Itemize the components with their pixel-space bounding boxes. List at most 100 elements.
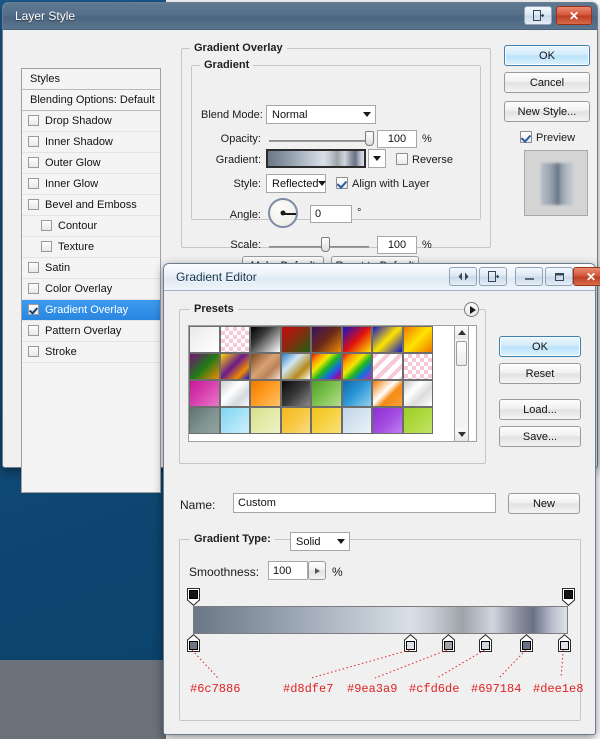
presets-well[interactable] xyxy=(188,325,477,442)
preset-swatch[interactable] xyxy=(341,380,372,407)
preset-swatch[interactable] xyxy=(250,407,281,434)
collapse-icon[interactable] xyxy=(449,267,477,286)
preset-swatch[interactable] xyxy=(280,407,311,434)
smoothness-stepper[interactable] xyxy=(308,561,326,580)
new-gradient-button[interactable]: New xyxy=(508,493,580,514)
gradient-editor-titlebar[interactable]: Gradient Editor ✕ xyxy=(164,264,600,291)
reverse-checkbox[interactable] xyxy=(396,153,408,165)
ge-save-button[interactable]: Save... xyxy=(499,426,581,447)
color-stop[interactable] xyxy=(404,634,417,652)
gradient-edit-bar[interactable] xyxy=(193,606,568,634)
color-stop[interactable] xyxy=(186,634,200,652)
sidebar-item-outer-glow[interactable]: Outer Glow xyxy=(22,153,160,174)
chevron-down-icon[interactable] xyxy=(333,533,349,550)
color-stop[interactable] xyxy=(557,634,571,652)
contour-checkbox[interactable] xyxy=(41,220,52,231)
gradient-type-dropdown[interactable]: Solid xyxy=(290,532,350,551)
minimize-icon[interactable] xyxy=(515,267,543,286)
preset-swatch[interactable] xyxy=(219,353,250,380)
sidebar-item-pattern-overlay[interactable]: Pattern Overlay xyxy=(22,321,160,342)
preset-swatch[interactable] xyxy=(311,353,342,380)
chevron-down-icon[interactable] xyxy=(369,150,385,167)
preset-swatch[interactable] xyxy=(402,380,433,407)
inner-shadow-checkbox[interactable] xyxy=(28,136,39,147)
preset-swatch[interactable] xyxy=(250,380,281,407)
opacity-slider-thumb[interactable] xyxy=(365,131,374,146)
drop-shadow-checkbox[interactable] xyxy=(28,115,39,126)
scale-slider-track[interactable] xyxy=(269,246,369,248)
preset-swatch[interactable] xyxy=(311,326,342,353)
preset-swatch[interactable] xyxy=(219,326,250,353)
help-icon[interactable] xyxy=(524,6,552,25)
sidebar-item-blending-options[interactable]: Blending Options: Default xyxy=(22,90,160,111)
preset-swatch[interactable] xyxy=(372,326,403,353)
sidebar-item-gradient-overlay[interactable]: Gradient Overlay xyxy=(22,300,160,321)
blend-mode-dropdown[interactable]: Normal xyxy=(266,105,376,124)
maximize-icon[interactable] xyxy=(545,267,573,286)
preset-swatch[interactable] xyxy=(189,326,220,353)
opacity-slider-track[interactable] xyxy=(269,140,369,142)
opacity-stop[interactable] xyxy=(186,588,200,606)
preset-swatch[interactable] xyxy=(219,407,250,434)
preset-swatch[interactable] xyxy=(341,407,372,434)
preset-swatch[interactable] xyxy=(280,380,311,407)
preview-checkbox[interactable] xyxy=(520,131,532,143)
scrollbar-thumb[interactable] xyxy=(456,341,467,366)
new-style-button[interactable]: New Style... xyxy=(504,101,590,122)
presets-grid[interactable] xyxy=(189,326,433,434)
outer-glow-checkbox[interactable] xyxy=(28,157,39,168)
preset-swatch[interactable] xyxy=(402,353,433,380)
scroll-down-icon[interactable] xyxy=(455,428,468,441)
ge-load-button[interactable]: Load... xyxy=(499,399,581,420)
cancel-button[interactable]: Cancel xyxy=(504,72,590,93)
style-dropdown[interactable]: Reflected xyxy=(266,174,327,193)
presets-scrollbar[interactable] xyxy=(454,325,469,442)
preset-swatch[interactable] xyxy=(402,407,433,434)
sidebar-item-stroke[interactable]: Stroke xyxy=(22,342,160,363)
sidebar-item-inner-shadow[interactable]: Inner Shadow xyxy=(22,132,160,153)
preset-swatch[interactable] xyxy=(341,326,372,353)
preset-swatch[interactable] xyxy=(311,380,342,407)
bevel-emboss-checkbox[interactable] xyxy=(28,199,39,210)
preset-swatch[interactable] xyxy=(250,353,281,380)
texture-checkbox[interactable] xyxy=(41,241,52,252)
scale-input[interactable]: 100 xyxy=(377,236,417,254)
sidebar-item-texture[interactable]: Texture xyxy=(22,237,160,258)
gradient-picker-dropdown[interactable] xyxy=(368,149,386,168)
styles-list[interactable]: Styles Blending Options: Default Drop Sh… xyxy=(21,68,161,493)
sidebar-item-bevel-and-emboss[interactable]: Bevel and Emboss xyxy=(22,195,160,216)
satin-checkbox[interactable] xyxy=(28,262,39,273)
sidebar-item-drop-shadow[interactable]: Drop Shadow xyxy=(22,111,160,132)
stroke-checkbox[interactable] xyxy=(28,346,39,357)
color-stop[interactable] xyxy=(441,634,455,652)
color-overlay-checkbox[interactable] xyxy=(28,283,39,294)
inner-glow-checkbox[interactable] xyxy=(28,178,39,189)
color-stop[interactable] xyxy=(520,634,534,652)
gradient-overlay-checkbox[interactable] xyxy=(28,304,39,315)
color-stop[interactable] xyxy=(479,634,492,652)
ge-ok-button[interactable]: OK xyxy=(499,336,581,357)
gradient-swatch[interactable] xyxy=(266,149,366,168)
preset-swatch[interactable] xyxy=(219,380,250,407)
pattern-overlay-checkbox[interactable] xyxy=(28,325,39,336)
layer-style-titlebar[interactable]: Layer Style ✕ xyxy=(3,3,597,30)
sidebar-item-inner-glow[interactable]: Inner Glow xyxy=(22,174,160,195)
sidebar-item-color-overlay[interactable]: Color Overlay xyxy=(22,279,160,300)
opacity-input[interactable]: 100 xyxy=(377,130,417,148)
preset-swatch[interactable] xyxy=(372,407,403,434)
opacity-stop[interactable] xyxy=(561,588,575,606)
preset-swatch[interactable] xyxy=(280,326,311,353)
preset-swatch[interactable] xyxy=(189,407,220,434)
preset-swatch[interactable] xyxy=(372,353,403,380)
preset-swatch[interactable] xyxy=(280,353,311,380)
chevron-down-icon[interactable] xyxy=(359,106,375,123)
preset-swatch[interactable] xyxy=(402,326,433,353)
sidebar-item-satin[interactable]: Satin xyxy=(22,258,160,279)
sidebar-item-contour[interactable]: Contour xyxy=(22,216,160,237)
close-icon[interactable]: ✕ xyxy=(573,267,600,286)
close-icon[interactable]: ✕ xyxy=(556,6,592,25)
preset-swatch[interactable] xyxy=(189,353,220,380)
smoothness-input[interactable]: 100 xyxy=(268,561,308,580)
chevron-down-icon[interactable] xyxy=(318,175,327,192)
scroll-up-icon[interactable] xyxy=(455,326,468,339)
